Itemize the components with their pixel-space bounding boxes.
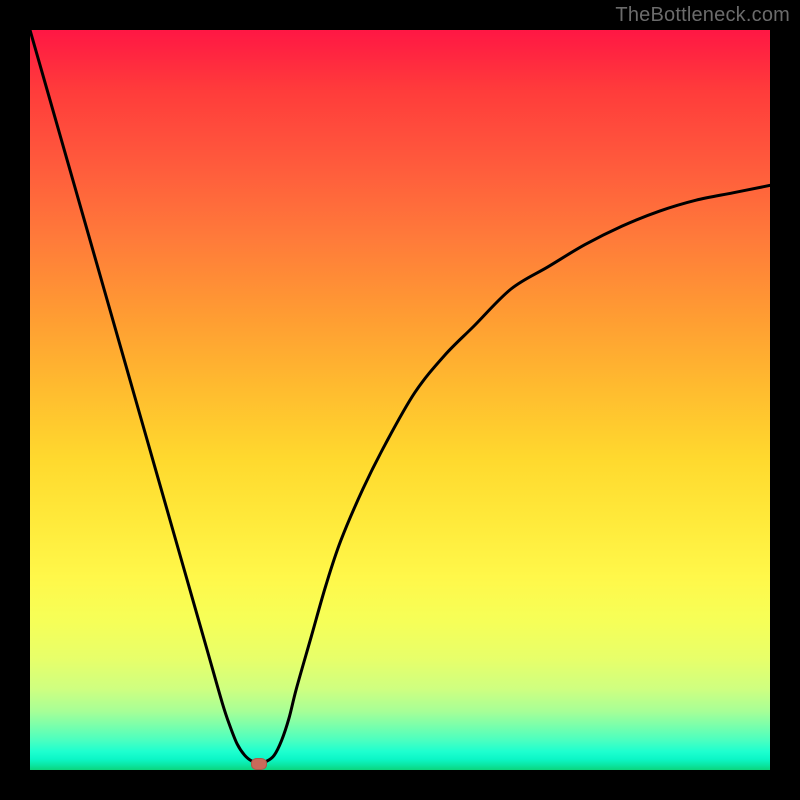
bottleneck-curve	[30, 30, 770, 770]
watermark-text: TheBottleneck.com	[615, 4, 790, 27]
plot-area	[30, 30, 770, 770]
chart-frame: TheBottleneck.com	[0, 0, 800, 800]
optimal-point-marker	[251, 758, 267, 770]
